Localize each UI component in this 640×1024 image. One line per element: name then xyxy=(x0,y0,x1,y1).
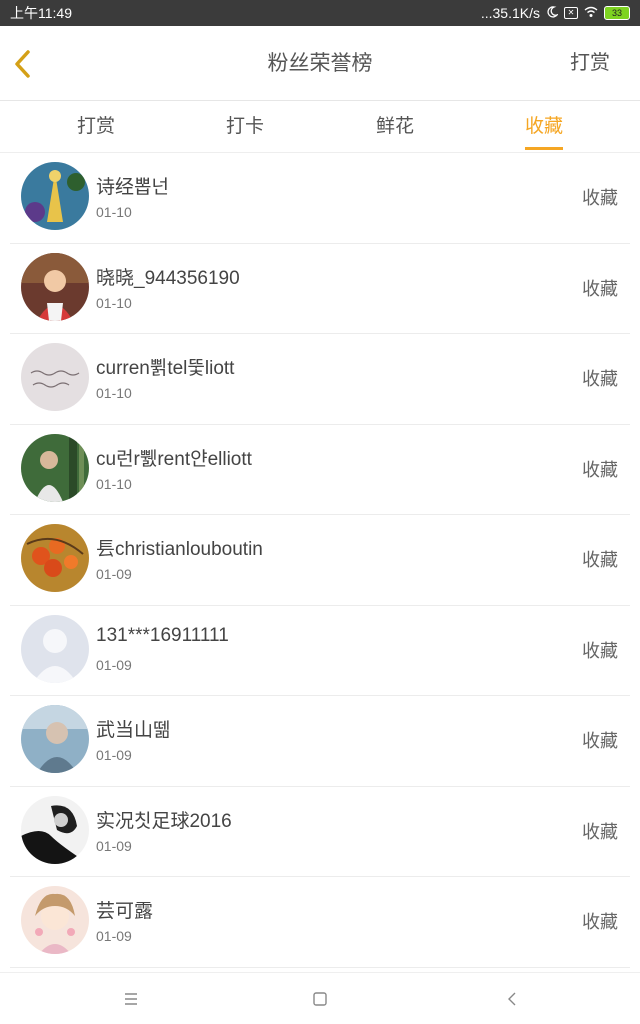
list-item[interactable]: 武当山뗆 01-09 收藏 xyxy=(10,696,630,787)
home-button[interactable] xyxy=(308,987,332,1011)
row-action: 收藏 xyxy=(582,731,618,751)
tab-favorites[interactable]: 收藏 xyxy=(524,101,564,153)
date: 01-09 xyxy=(96,837,132,854)
avatar xyxy=(21,614,89,683)
row-action: 收藏 xyxy=(582,550,618,570)
list-item[interactable]: 实况칫足球2016 01-09 收藏 xyxy=(10,787,630,877)
avatar xyxy=(21,252,89,321)
row-action: 收藏 xyxy=(582,369,618,389)
tab-checkin[interactable]: 打卡 xyxy=(226,101,264,153)
list-item[interactable]: 镸christianlouboutin 01-09 收藏 xyxy=(10,515,630,606)
user-name: cu런r쀐rent얀elliott xyxy=(96,448,252,470)
list-item[interactable]: 晓晓_944356190 01-10 收藏 xyxy=(10,244,630,334)
system-nav-bar xyxy=(0,972,640,1024)
menu-icon xyxy=(119,993,143,1015)
date: 01-10 xyxy=(96,475,132,492)
list-item[interactable]: cu런r쀐rent얀elliott 01-10 收藏 xyxy=(10,425,630,515)
row-action: 收藏 xyxy=(582,640,618,661)
battery-icon: 33 xyxy=(604,6,630,20)
user-name: 实况칫足球2016 xyxy=(96,810,232,832)
list-item[interactable]: curren쀩tel뚳liott 01-10 收藏 xyxy=(10,334,630,425)
user-name: curren쀩tel뚳liott xyxy=(96,358,235,379)
date: 01-09 xyxy=(96,928,132,944)
status-bar: 上午11:49 ...35.1K/s ✕ 33 xyxy=(0,0,640,26)
date: 01-09 xyxy=(96,566,132,582)
avatar xyxy=(21,162,89,230)
status-icons: ...35.1K/s ✕ 33 xyxy=(481,5,630,21)
list-item[interactable]: 131***16911111 01-09 收藏 xyxy=(10,606,630,696)
date: 01-10 xyxy=(96,204,132,220)
date: 01-09 xyxy=(96,747,132,763)
home-square-icon xyxy=(308,992,332,1015)
sim-x-icon: ✕ xyxy=(564,7,578,19)
status-time: 上午11:49 xyxy=(10,5,72,21)
avatar xyxy=(21,524,89,592)
tab-flowers[interactable]: 鲜花 xyxy=(376,101,414,153)
avatar xyxy=(21,433,89,502)
network-speed: ...35.1K/s xyxy=(480,5,540,21)
avatar xyxy=(21,343,89,411)
avatar xyxy=(21,795,89,864)
row-action: 收藏 xyxy=(582,278,618,299)
reward-button[interactable]: 打赏 xyxy=(570,26,610,101)
date: 01-10 xyxy=(96,385,132,401)
moon-icon xyxy=(546,5,559,21)
tab-reward[interactable]: 打赏 xyxy=(77,101,115,153)
tab-bar: 打赏 打卡 鲜花 收藏 xyxy=(0,101,640,153)
row-action: 收藏 xyxy=(582,821,618,842)
user-name: 芸可露 xyxy=(96,901,154,922)
header: 粉丝荣誉榜 打赏 xyxy=(0,26,640,101)
user-name: 131***16911111 xyxy=(96,624,229,646)
date: 01-10 xyxy=(96,294,132,311)
user-name: 武当山뗆 xyxy=(96,720,171,741)
list-item[interactable]: 芸可露 01-09 收藏 xyxy=(10,877,630,968)
menu-button[interactable] xyxy=(119,987,143,1011)
page-title: 粉丝荣誉榜 xyxy=(267,52,373,75)
nav-back-button[interactable] xyxy=(500,987,524,1011)
back-triangle-icon xyxy=(500,992,524,1015)
chevron-left-icon xyxy=(8,50,38,86)
wifi-icon xyxy=(584,5,598,21)
row-action: 收藏 xyxy=(582,188,618,208)
user-name: 诗经뽑넌 xyxy=(96,177,169,198)
date: 01-09 xyxy=(96,656,132,673)
list-item[interactable]: 诗经뽑넌 01-10 收藏 xyxy=(10,153,630,244)
avatar xyxy=(21,705,89,773)
user-name: 晓晓_944356190 xyxy=(96,267,240,289)
back-button[interactable] xyxy=(8,46,38,82)
row-action: 收藏 xyxy=(582,912,618,932)
row-action: 收藏 xyxy=(582,459,618,480)
fan-list: 诗经뽑넌 01-10 收藏 晓晓_944356190 01-10 收藏 curr… xyxy=(10,153,630,968)
avatar xyxy=(21,886,89,954)
user-name: 镸christianlouboutin xyxy=(96,539,263,560)
